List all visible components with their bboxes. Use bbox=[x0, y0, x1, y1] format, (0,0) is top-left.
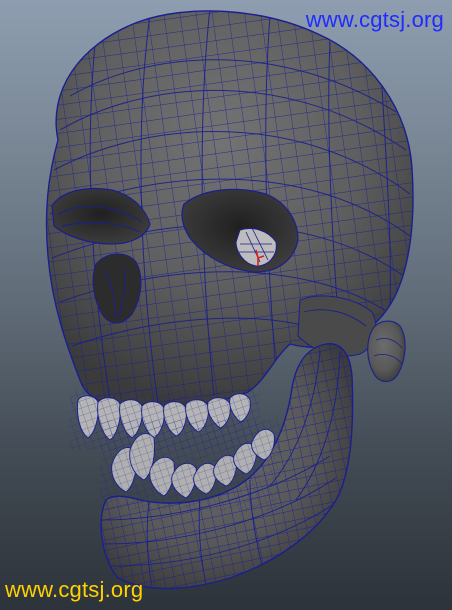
watermark-top: www.cgtsj.org bbox=[305, 7, 444, 32]
skull-wireframe-model[interactable] bbox=[0, 0, 452, 610]
ear-process bbox=[367, 320, 406, 383]
watermark-bottom: www.cgtsj.org bbox=[5, 577, 144, 602]
lower-teeth bbox=[100, 420, 280, 510]
3d-viewport[interactable]: www.cgtsj.org www.cgtsj.org bbox=[0, 0, 452, 610]
